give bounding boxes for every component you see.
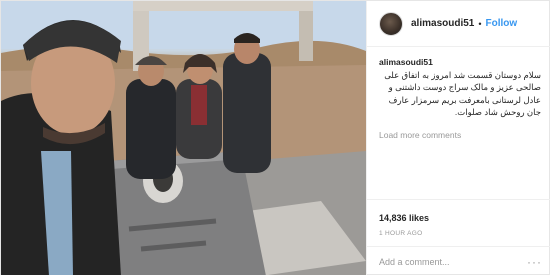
photo-scene [1,1,366,275]
caption-text: سلام دوستان قسمت شد امروز به اتفاق علی ص… [384,69,541,118]
person-right-body [223,53,271,173]
post-caption: alimasoudi51 سلام دوستان قسمت شد امروز ب… [379,56,541,119]
instagram-post: alimasoudi51 • Follow alimasoudi51 سلام … [0,0,550,275]
divider [367,199,550,200]
more-options-icon[interactable]: ··· [527,255,542,269]
comment-input[interactable] [379,256,527,267]
caption-username[interactable]: alimasoudi51 [379,56,541,69]
person-left-body [126,79,176,179]
post-header: alimasoudi51 • Follow [367,1,550,47]
header-separator: • [478,18,482,29]
load-more-comments-link[interactable]: Load more comments [379,130,461,140]
post-photo[interactable] [1,1,366,275]
post-side-panel: alimasoudi51 • Follow alimasoudi51 سلام … [366,1,550,275]
follow-button[interactable]: Follow [486,18,518,29]
post-timestamp[interactable]: 1 HOUR AGO [379,230,422,237]
gate-lintel [133,1,313,11]
comment-bar: ··· [367,246,550,275]
header-username[interactable]: alimasoudi51 [411,18,474,29]
profile-avatar[interactable] [379,11,403,36]
person-middle-shirt [191,85,207,125]
likes-count[interactable]: 14,836 likes [379,213,429,223]
